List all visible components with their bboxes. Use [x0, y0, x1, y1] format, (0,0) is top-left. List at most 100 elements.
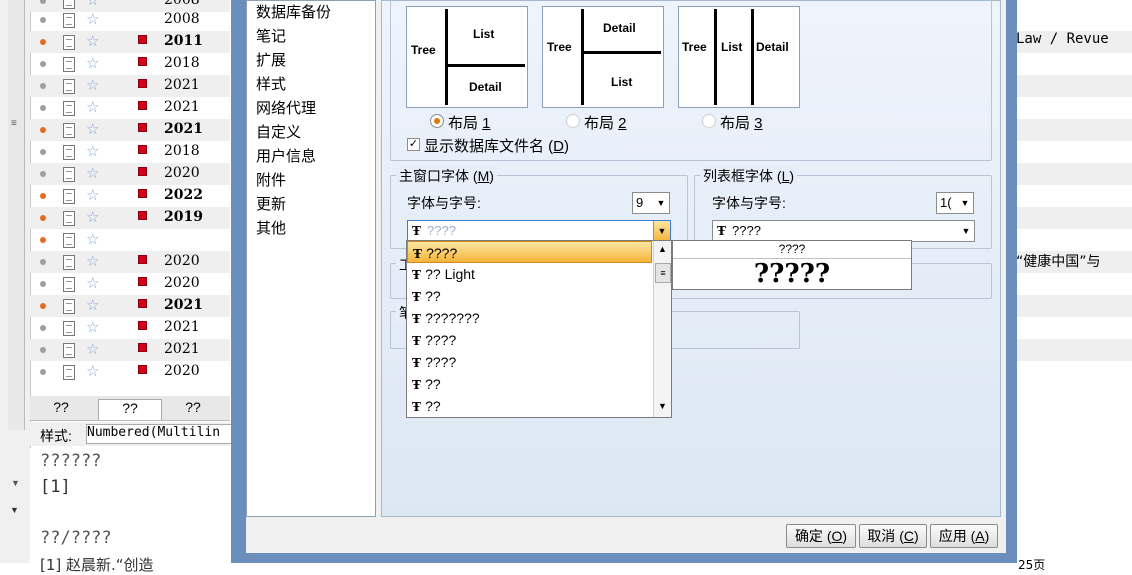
- chevron-down-icon[interactable]: ▼: [10, 505, 19, 515]
- font-option[interactable]: Ŧ ??: [407, 395, 657, 417]
- star-icon[interactable]: ☆: [86, 32, 99, 50]
- nav-item[interactable]: 网络代理: [256, 97, 316, 118]
- read-status-dot-icon[interactable]: [40, 347, 46, 353]
- read-status-dot-icon[interactable]: [40, 39, 46, 45]
- reference-row[interactable]: ☆ 2008: [30, 9, 230, 31]
- tab-1[interactable]: ??: [30, 399, 92, 419]
- read-status-dot-icon[interactable]: [40, 325, 46, 331]
- layout-2-thumbnail[interactable]: Tree Detail List: [542, 6, 664, 108]
- font-option[interactable]: Ŧ ??: [407, 285, 657, 307]
- read-status-dot-icon[interactable]: [40, 127, 46, 133]
- reference-row[interactable]: ☆ 2020: [30, 273, 230, 295]
- read-status-dot-icon[interactable]: [40, 149, 46, 155]
- star-icon[interactable]: ☆: [86, 274, 99, 292]
- reference-row[interactable]: ☆ 2021: [30, 97, 230, 119]
- nav-item[interactable]: 更新: [256, 193, 286, 214]
- reference-row[interactable]: ☆ 2021: [30, 317, 230, 339]
- star-icon[interactable]: ☆: [86, 10, 99, 28]
- font-option[interactable]: Ŧ ?? Light: [407, 263, 657, 285]
- reference-row[interactable]: ☆ 2018: [30, 141, 230, 163]
- tab-2[interactable]: ??: [98, 399, 162, 420]
- ok-button[interactable]: 确定 (O): [786, 524, 856, 548]
- layout-2-label: 布局 2: [584, 115, 627, 132]
- scroll-down-arrow-icon[interactable]: ▼: [658, 401, 667, 411]
- read-status-dot-icon[interactable]: [40, 17, 46, 23]
- reference-row[interactable]: ☆ 2011: [30, 31, 230, 53]
- star-icon[interactable]: ☆: [86, 54, 99, 72]
- nav-item[interactable]: 附件: [256, 169, 286, 190]
- reference-row[interactable]: ☆ 2020: [30, 251, 230, 273]
- read-status-dot-icon[interactable]: [40, 0, 46, 4]
- reference-row[interactable]: ☆ 2022: [30, 185, 230, 207]
- star-icon[interactable]: ☆: [86, 142, 99, 160]
- star-icon[interactable]: ☆: [86, 296, 99, 314]
- star-icon[interactable]: ☆: [86, 252, 99, 270]
- read-status-dot-icon[interactable]: [40, 61, 46, 67]
- nav-item[interactable]: 扩展: [256, 49, 286, 70]
- nav-item[interactable]: 样式: [256, 73, 286, 94]
- list-font-size-select[interactable]: 1( ▼: [936, 192, 974, 214]
- layout-3-thumbnail[interactable]: Tree List Detail: [678, 6, 800, 108]
- layout-1-radio[interactable]: [430, 114, 444, 128]
- read-status-dot-icon[interactable]: [40, 193, 46, 199]
- star-icon[interactable]: ☆: [86, 340, 99, 358]
- star-icon[interactable]: ☆: [86, 120, 99, 138]
- font-option[interactable]: Ŧ ??: [407, 373, 657, 395]
- reference-row[interactable]: ☆ 2021: [30, 339, 230, 361]
- read-status-dot-icon[interactable]: [40, 171, 46, 177]
- font-option[interactable]: Ŧ ???????: [407, 307, 657, 329]
- star-icon[interactable]: ☆: [86, 230, 99, 248]
- nav-item[interactable]: 笔记: [256, 25, 286, 46]
- read-status-dot-icon[interactable]: [40, 83, 46, 89]
- reference-row[interactable]: ☆ 2021: [30, 75, 230, 97]
- reference-row[interactable]: ☆ 2021: [30, 295, 230, 317]
- star-icon[interactable]: ☆: [86, 76, 99, 94]
- read-status-dot-icon[interactable]: [40, 105, 46, 111]
- font-dropdown-list[interactable]: Ŧ ???? Ŧ ?? Light Ŧ ?? Ŧ ??????? Ŧ ???? Ŧ ???…: [406, 240, 672, 418]
- main-font-select[interactable]: Ŧ ???? ▼: [407, 220, 671, 242]
- tab-3[interactable]: ??: [162, 399, 224, 419]
- read-status-dot-icon[interactable]: [40, 259, 46, 265]
- dropdown-scrollbar[interactable]: ▲ ≡ ▼: [653, 241, 671, 417]
- nav-item[interactable]: 其他: [256, 217, 286, 238]
- scroll-down-arrow-icon[interactable]: ▼: [11, 478, 20, 488]
- layout-2-radio[interactable]: [566, 114, 580, 128]
- nav-item[interactable]: 数据库备份: [256, 1, 331, 22]
- reference-row[interactable]: ☆: [30, 229, 230, 251]
- reference-row[interactable]: ☆ 2019: [30, 207, 230, 229]
- star-icon[interactable]: ☆: [86, 164, 99, 182]
- reference-row[interactable]: ☆ 2020: [30, 163, 230, 185]
- main-font-size-select[interactable]: 9 ▼: [632, 192, 670, 214]
- star-icon[interactable]: ☆: [86, 362, 99, 380]
- read-status-dot-icon[interactable]: [40, 281, 46, 287]
- list-font-select[interactable]: Ŧ ???? ▼: [712, 220, 975, 242]
- nav-item[interactable]: 自定义: [256, 121, 301, 142]
- star-icon[interactable]: ☆: [86, 318, 99, 336]
- nav-item[interactable]: 用户信息: [256, 145, 316, 166]
- left-scrollbar[interactable]: ≡ ▼: [8, 0, 25, 488]
- reference-row[interactable]: ☆ 2021: [30, 119, 230, 141]
- reference-row[interactable]: ☆ 2020: [30, 361, 230, 383]
- cancel-button[interactable]: 取消 (C): [859, 524, 927, 548]
- apply-button[interactable]: 应用 (A): [930, 524, 998, 548]
- flag-icon: [138, 35, 147, 44]
- dropdown-arrow-icon[interactable]: ▼: [653, 221, 670, 241]
- star-icon[interactable]: ☆: [86, 208, 99, 226]
- scroll-up-arrow-icon[interactable]: ▲: [658, 244, 667, 254]
- font-option[interactable]: Ŧ ????: [407, 351, 657, 373]
- layout-3-radio[interactable]: [702, 114, 716, 128]
- read-status-dot-icon[interactable]: [40, 237, 46, 243]
- read-status-dot-icon[interactable]: [40, 303, 46, 309]
- layout-1-thumbnail[interactable]: Tree List Detail: [406, 6, 528, 108]
- font-option[interactable]: Ŧ ????: [407, 329, 657, 351]
- read-status-dot-icon[interactable]: [40, 215, 46, 221]
- star-icon[interactable]: ☆: [86, 98, 99, 116]
- show-db-filename-checkbox[interactable]: ✓: [407, 138, 420, 151]
- font-option[interactable]: Ŧ ????: [407, 241, 652, 263]
- scroll-thumb[interactable]: ≡: [655, 263, 671, 283]
- reference-row[interactable]: ☆ 2018: [30, 53, 230, 75]
- style-select[interactable]: Numbered(Multilin: [86, 424, 232, 444]
- star-icon[interactable]: ☆: [86, 0, 99, 9]
- star-icon[interactable]: ☆: [86, 186, 99, 204]
- read-status-dot-icon[interactable]: [40, 369, 46, 375]
